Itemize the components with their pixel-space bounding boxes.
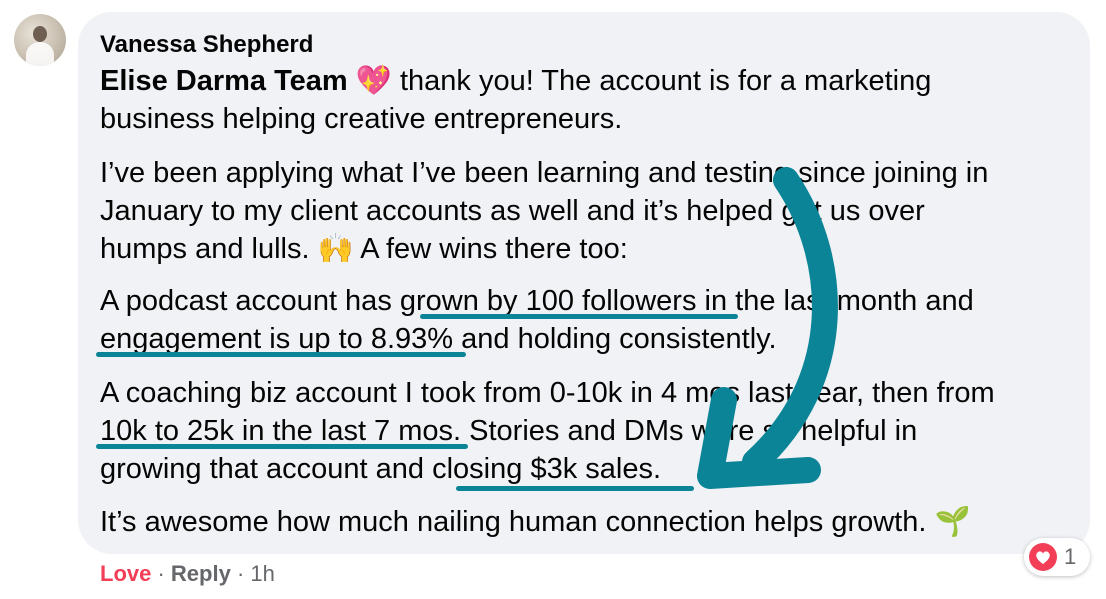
comment-actions: Love · Reply · 1h: [100, 560, 275, 588]
paragraph-2-line-2: January to my client accounts as well an…: [100, 195, 925, 227]
underline-engagement-8-93: [96, 352, 466, 357]
comment-thread: Vanessa Shepherd Elise Darma Team 💖 than…: [0, 0, 1106, 599]
love-button[interactable]: Love: [100, 561, 151, 586]
reaction-badge[interactable]: 1: [1024, 538, 1090, 576]
paragraph-3-line-1: A podcast account has grown by 100 follo…: [100, 285, 974, 317]
paragraph-4-line-2: 10k to 25k in the last 7 mos. Stories an…: [100, 415, 918, 447]
paragraph-1-line-1: thank you! The account is for a marketin…: [399, 65, 932, 97]
heart-reaction-icon: [1029, 543, 1057, 571]
comment-timestamp[interactable]: 1h: [250, 561, 274, 586]
comment-paragraph-5: It’s awesome how much nailing human conn…: [100, 503, 971, 541]
reaction-count: 1: [1064, 544, 1077, 569]
underline-10k-to-25k: [96, 444, 468, 449]
comment-paragraph-1: Elise Darma Team 💖 thank you! The accoun…: [100, 62, 931, 138]
paragraph-2-line-3b: A few wins there too:: [360, 233, 628, 265]
avatar-body: [26, 42, 54, 66]
comment-author[interactable]: Vanessa Shepherd: [100, 30, 313, 60]
paragraph-3-line-2: engagement is up to 8.93% and holding co…: [100, 323, 777, 355]
underline-grown-by-100-followers: [420, 314, 738, 319]
paragraph-5-line-1: It’s awesome how much nailing human conn…: [100, 506, 927, 538]
paragraph-4-line-1: A coaching biz account I took from 0-10k…: [100, 377, 995, 409]
sparkling-heart-emoji-icon: 💖: [355, 65, 392, 97]
comment-paragraph-2: I’ve been applying what I’ve been learni…: [100, 154, 988, 268]
action-separator: ·: [151, 561, 171, 586]
mention-link[interactable]: Elise Darma Team: [100, 65, 348, 97]
paragraph-2-line-3a: humps and lulls.: [100, 233, 310, 265]
action-separator: ·: [230, 561, 251, 586]
paragraph-2-line-1: I’ve been applying what I’ve been learni…: [100, 157, 989, 189]
comment-paragraph-3: A podcast account has grown by 100 follo…: [100, 282, 974, 358]
comment-paragraph-4: A coaching biz account I took from 0-10k…: [100, 374, 995, 488]
paragraph-4-line-3: growing that account and closing $3k sal…: [100, 453, 662, 485]
avatar[interactable]: [14, 14, 66, 66]
reply-button[interactable]: Reply: [171, 561, 231, 586]
avatar-head: [33, 26, 47, 42]
raised-hands-emoji-icon: 🙌: [317, 233, 354, 265]
paragraph-1-line-2: business helping creative entrepreneurs.: [100, 103, 623, 135]
underline-closing-3k-sales: [456, 486, 694, 491]
seedling-emoji-icon: 🌱: [934, 506, 971, 538]
